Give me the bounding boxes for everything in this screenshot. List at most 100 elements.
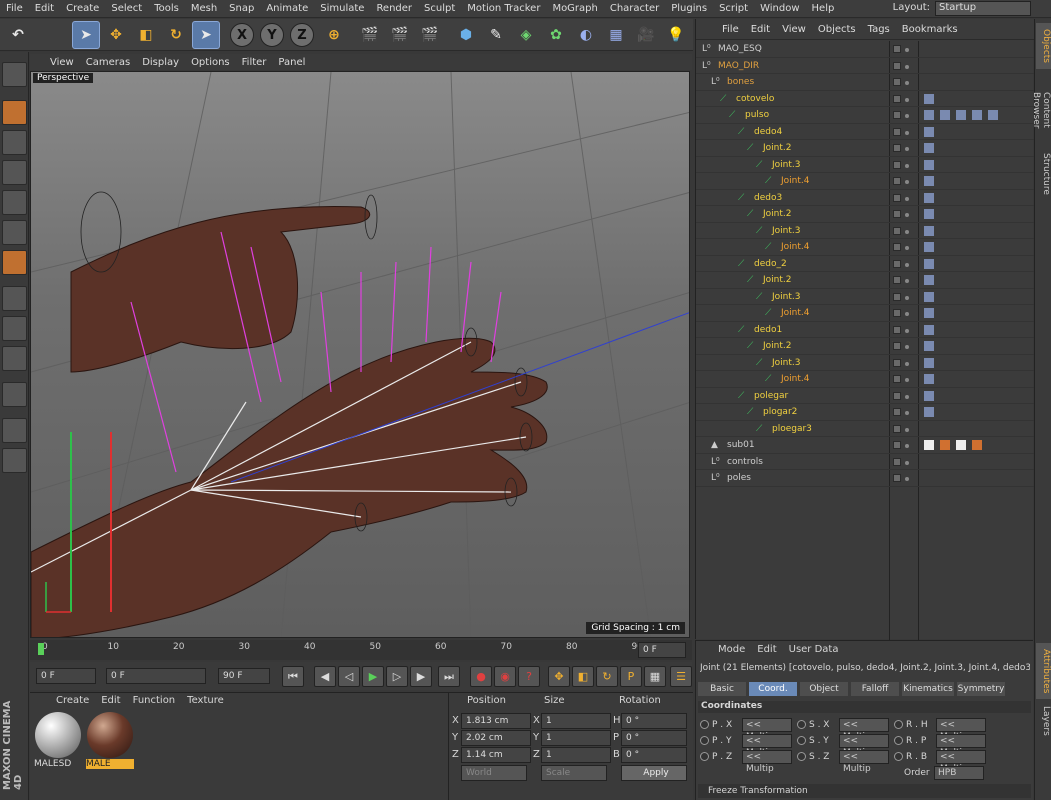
key-rotation-icon[interactable]: ↻ bbox=[596, 666, 618, 687]
x-axis-lock-button[interactable]: X bbox=[230, 23, 254, 47]
tree-row[interactable]: ⟋ Joint.4 bbox=[696, 239, 1034, 256]
menu-file[interactable]: File bbox=[0, 3, 29, 14]
visibility-toggle[interactable] bbox=[893, 226, 901, 235]
render-dot[interactable] bbox=[905, 114, 909, 118]
lock-workplane-icon[interactable] bbox=[2, 448, 27, 473]
menu-mesh[interactable]: Mesh bbox=[185, 3, 223, 14]
material-male[interactable]: MALE bbox=[86, 711, 134, 771]
axis-mode-icon[interactable] bbox=[2, 286, 27, 311]
tree-row[interactable]: ⟋ Joint.2 bbox=[696, 140, 1034, 157]
viewport-menu-cameras[interactable]: Cameras bbox=[80, 57, 136, 68]
visibility-toggle[interactable] bbox=[893, 457, 901, 466]
render-dot[interactable] bbox=[905, 328, 909, 333]
attribute-menu-user-data[interactable]: User Data bbox=[783, 644, 845, 655]
material-menu-create[interactable]: Create bbox=[50, 695, 95, 706]
attribute-r-value[interactable]: << Multip bbox=[936, 718, 986, 742]
tree-row[interactable]: L⁰ MAO_DIR bbox=[696, 58, 1034, 74]
rotation-p-field[interactable]: 0 ° bbox=[621, 730, 687, 746]
keyframe-radio[interactable] bbox=[797, 752, 806, 761]
model-mode-icon[interactable] bbox=[2, 100, 27, 125]
coordinate-system-dropdown[interactable]: World bbox=[461, 765, 527, 781]
render-dot[interactable] bbox=[905, 64, 909, 69]
start-frame-field[interactable]: 0 F bbox=[36, 668, 96, 684]
joint-tag-icon[interactable] bbox=[924, 275, 934, 285]
render-dot[interactable] bbox=[905, 477, 909, 481]
menu-sculpt[interactable]: Sculpt bbox=[418, 3, 461, 14]
weight-tag-icon[interactable] bbox=[956, 110, 966, 120]
render-dot[interactable] bbox=[905, 295, 909, 300]
key-parameter-icon[interactable]: P bbox=[620, 666, 642, 687]
visibility-toggle[interactable] bbox=[893, 375, 901, 383]
keyframe-radio[interactable] bbox=[700, 752, 709, 761]
tree-row[interactable]: ⟋ Joint.3 bbox=[696, 223, 1034, 239]
undo-button[interactable]: ↶ bbox=[4, 21, 32, 49]
next-frame-icon[interactable]: ▷ bbox=[386, 666, 408, 687]
y-axis-lock-button[interactable]: Y bbox=[260, 23, 284, 47]
tab-structure[interactable]: Structure bbox=[1036, 149, 1051, 199]
cloner-icon[interactable]: ✿ bbox=[542, 21, 570, 49]
object-menu-file[interactable]: File bbox=[716, 24, 745, 35]
position-x-field[interactable]: 1.813 cm bbox=[461, 713, 531, 729]
visibility-toggle[interactable] bbox=[893, 243, 901, 251]
z-axis-lock-button[interactable]: Z bbox=[290, 23, 314, 47]
visibility-toggle[interactable] bbox=[893, 309, 901, 317]
object-menu-view[interactable]: View bbox=[776, 24, 812, 35]
magnet-icon[interactable] bbox=[2, 382, 27, 407]
last-tool-button[interactable]: ➤ bbox=[192, 21, 220, 49]
key-position-icon[interactable]: ✥ bbox=[548, 666, 570, 687]
playhead[interactable] bbox=[38, 643, 44, 655]
joint-tag-icon[interactable] bbox=[924, 324, 934, 335]
render-dot[interactable] bbox=[905, 97, 909, 102]
tree-row[interactable]: ⟋ Joint.4 bbox=[696, 305, 1034, 322]
menu-script[interactable]: Script bbox=[713, 3, 754, 14]
min-frame-field[interactable]: 0 F bbox=[106, 668, 206, 684]
render-dot[interactable] bbox=[905, 411, 909, 415]
menu-motion-tracker[interactable]: Motion Tracker bbox=[461, 3, 546, 14]
weight-tag-icon[interactable] bbox=[940, 110, 950, 120]
visibility-toggle[interactable] bbox=[893, 259, 901, 268]
tree-row[interactable]: ⟋ Joint.4 bbox=[696, 173, 1034, 190]
key-pla-icon[interactable]: ▦ bbox=[644, 666, 666, 687]
attribute-menu-mode[interactable]: Mode bbox=[712, 644, 751, 655]
attribute-p-value[interactable]: << Multip bbox=[742, 734, 792, 758]
play-icon[interactable]: ▶ bbox=[362, 666, 384, 687]
render-dot[interactable] bbox=[905, 345, 909, 349]
points-mode-icon[interactable] bbox=[2, 190, 27, 215]
menu-character[interactable]: Character bbox=[604, 3, 665, 14]
layout-dropdown[interactable]: Startup bbox=[935, 1, 1031, 16]
make-editable-icon[interactable] bbox=[2, 62, 27, 87]
keyframe-radio[interactable] bbox=[894, 752, 903, 761]
tab-attributes[interactable]: Attributes bbox=[1036, 643, 1051, 699]
attribute-r-value[interactable]: << Multip bbox=[936, 750, 986, 774]
tree-row[interactable]: ⟋ Joint.3 bbox=[696, 355, 1034, 371]
tree-row[interactable]: L⁰ poles bbox=[696, 470, 1034, 487]
material-menu-edit[interactable]: Edit bbox=[95, 695, 126, 706]
texture-mode-icon[interactable] bbox=[2, 160, 27, 185]
keyframe-radio[interactable] bbox=[700, 736, 709, 745]
attribute-p-value[interactable]: << Multip bbox=[742, 718, 792, 742]
object-mode-icon[interactable] bbox=[2, 130, 27, 155]
menu-select[interactable]: Select bbox=[105, 3, 148, 14]
visibility-toggle[interactable] bbox=[893, 391, 901, 400]
tree-row[interactable]: ⟋ ploegar3 bbox=[696, 421, 1034, 437]
tree-row[interactable]: ⟋ cotovelo bbox=[696, 91, 1034, 107]
attribute-tab-basic[interactable]: Basic bbox=[698, 682, 746, 696]
material-tag-icon[interactable] bbox=[972, 440, 982, 450]
size-x-field[interactable]: 1 bbox=[541, 713, 611, 729]
move-button[interactable]: ✥ bbox=[102, 21, 130, 49]
floor-icon[interactable]: ▦ bbox=[602, 21, 630, 49]
live-selection-button[interactable]: ➤ bbox=[72, 21, 100, 49]
joint-tag-icon[interactable] bbox=[924, 341, 934, 351]
cube-icon[interactable]: ⬢ bbox=[452, 21, 480, 49]
menu-simulate[interactable]: Simulate bbox=[314, 3, 370, 14]
attribute-r-value[interactable]: << Multip bbox=[936, 734, 986, 758]
perspective-viewport[interactable]: Perspective Grid Spacing : 1 cm bbox=[30, 71, 690, 638]
keyframe-selection-icon[interactable]: ? bbox=[518, 666, 540, 687]
tree-row[interactable]: ⟋ Joint.2 bbox=[696, 272, 1034, 289]
workplane-icon[interactable] bbox=[2, 418, 27, 443]
go-to-start-icon[interactable]: ⏮ bbox=[282, 666, 304, 687]
visibility-toggle[interactable] bbox=[893, 160, 901, 169]
visibility-toggle[interactable] bbox=[893, 45, 901, 53]
object-menu-tags[interactable]: Tags bbox=[862, 24, 896, 35]
visibility-toggle[interactable] bbox=[893, 210, 901, 218]
